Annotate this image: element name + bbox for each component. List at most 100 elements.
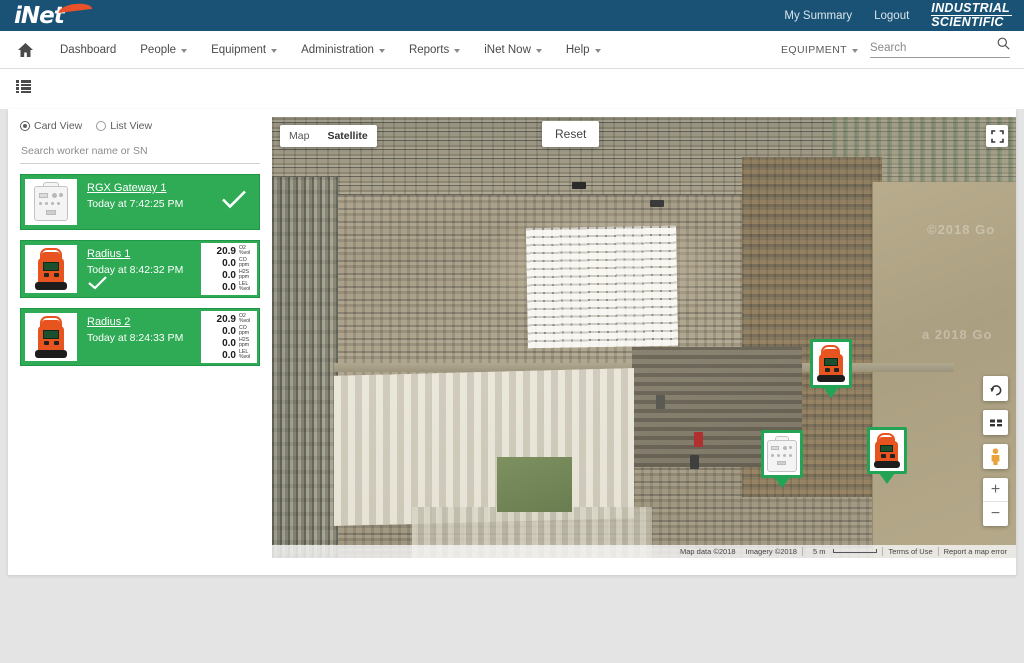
logout-link[interactable]: Logout <box>874 10 909 22</box>
nav-item-help[interactable]: Help <box>554 31 613 68</box>
imagery-vehicle <box>650 200 664 207</box>
reset-button[interactable]: Reset <box>542 121 599 147</box>
marker-box <box>867 427 907 474</box>
street-view-pegman[interactable] <box>983 444 1008 469</box>
equipment-card-radius-2[interactable]: Radius 2 Today at 8:24:33 PM 20.9 O2%vol… <box>20 308 260 366</box>
fullscreen-icon[interactable] <box>986 125 1008 147</box>
worker-search-input[interactable] <box>20 145 260 164</box>
gas-unit: H2Sppm <box>239 338 254 349</box>
gas-value: 0.0 <box>222 350 236 361</box>
map-type-map[interactable]: Map <box>280 125 318 147</box>
zoom-in-button[interactable]: + <box>983 478 1008 502</box>
device-name-link[interactable]: Radius 1 <box>87 248 197 261</box>
tilt-view-button[interactable] <box>983 410 1008 435</box>
gas-unit: COppm <box>239 326 254 337</box>
scope-selector-equipment[interactable]: EQUIPMENT <box>781 44 858 56</box>
inet-logo[interactable]: iNet <box>14 3 94 29</box>
gas-reading-row: 0.0 COppm <box>203 257 254 269</box>
card-view-radio[interactable] <box>20 121 30 131</box>
gas-unit: O2%vol <box>239 314 254 325</box>
gas-value: 20.9 <box>217 246 236 257</box>
status-check-icon <box>88 277 108 294</box>
marker-pointer <box>879 473 895 484</box>
gas-reading-row: 0.0 LEL%vol <box>203 349 254 361</box>
equipment-card-rgx-gateway-1[interactable]: RGX Gateway 1 Today at 7:42:25 PM <box>20 174 260 230</box>
nav-right-group: EQUIPMENT <box>781 42 1024 58</box>
radius-area-monitor-icon <box>873 433 901 468</box>
marker-box <box>810 339 852 388</box>
map-attribution: Map data ©2018 Imagery ©2018 5 m Terms o… <box>272 545 1016 558</box>
card-body: Radius 1 Today at 8:42:32 PM <box>81 241 201 297</box>
map-type-toggle: Map Satellite <box>280 125 377 147</box>
device-thumbnail <box>25 313 77 361</box>
zoom-controls: + − <box>983 478 1008 526</box>
equipment-card-radius-1[interactable]: Radius 1 Today at 8:42:32 PM 20.9 O2%vol… <box>20 240 260 298</box>
nav-label-people: People <box>140 44 176 56</box>
list-view-radio[interactable] <box>96 121 106 131</box>
rotate-compass-button[interactable] <box>983 376 1008 401</box>
card-view-option[interactable]: Card View <box>20 120 82 132</box>
rgx-gateway-icon <box>34 182 68 222</box>
map-marker-radius-2[interactable] <box>867 427 907 484</box>
report-map-error-link[interactable]: Report a map error <box>938 547 1012 556</box>
radius-area-monitor-icon <box>34 316 68 358</box>
search-input[interactable] <box>870 42 985 54</box>
imagery-pipe-rack-west <box>272 177 338 558</box>
nav-label-dashboard: Dashboard <box>60 44 116 56</box>
gas-value: 0.0 <box>222 258 236 269</box>
map-type-satellite[interactable]: Satellite <box>318 125 376 147</box>
chevron-down-icon <box>379 49 385 53</box>
imagery-vehicle <box>656 395 665 409</box>
gas-unit: H2Sppm <box>239 270 254 281</box>
nav-label-help: Help <box>566 44 590 56</box>
list-view-icon[interactable] <box>16 80 31 93</box>
gas-readings-panel: 20.9 O2%vol 0.0 COppm 0.0 H2Sppm <box>201 243 257 295</box>
imagery-vehicle <box>690 455 699 469</box>
device-timestamp: Today at 8:24:33 PM <box>87 332 197 344</box>
device-timestamp: Today at 8:42:32 PM <box>87 264 197 276</box>
zoom-out-button[interactable]: − <box>983 502 1008 526</box>
content-panel: Card View List View <box>8 109 1016 575</box>
nav-item-administration[interactable]: Administration <box>289 31 397 68</box>
gas-reading-row: 0.0 COppm <box>203 325 254 337</box>
brand-bar: iNet My Summary Logout INDUSTRIAL SCIENT… <box>0 0 1024 31</box>
gas-value: 0.0 <box>222 326 236 337</box>
terms-of-use-link[interactable]: Terms of Use <box>882 547 937 556</box>
radius-area-monitor-icon <box>34 248 68 290</box>
gas-value: 0.0 <box>222 282 236 293</box>
nav-item-reports[interactable]: Reports <box>397 31 472 68</box>
device-name-link[interactable]: Radius 2 <box>87 316 197 329</box>
nav-item-inet-now[interactable]: iNet Now <box>472 31 554 68</box>
nav-label-inet-now: iNet Now <box>484 44 531 56</box>
my-summary-link[interactable]: My Summary <box>784 10 852 22</box>
chevron-down-icon <box>181 49 187 53</box>
nav-item-equipment[interactable]: Equipment <box>199 31 289 68</box>
nav-item-dashboard[interactable]: Dashboard <box>48 31 128 68</box>
equipment-sidebar: Card View List View <box>8 109 272 575</box>
marker-box <box>761 430 803 478</box>
imagery-green-roof <box>497 457 572 512</box>
home-icon[interactable] <box>16 41 34 59</box>
map-scale: 5 m <box>802 547 883 556</box>
live-map[interactable]: ©2018 Go a 2018 Go Map Satellite Reset <box>272 117 1016 558</box>
device-thumbnail <box>25 245 77 293</box>
global-search <box>870 42 1010 58</box>
chevron-down-icon <box>536 49 542 53</box>
view-mode-toggle: Card View List View <box>20 120 260 132</box>
status-check-icon <box>221 190 247 215</box>
gas-value: 0.0 <box>222 338 236 349</box>
card-body: Radius 2 Today at 8:24:33 PM <box>81 309 201 365</box>
gas-reading-row: 0.0 LEL%vol <box>203 281 254 293</box>
marker-pointer <box>774 477 790 488</box>
search-icon[interactable] <box>997 37 1010 55</box>
rgx-gateway-icon <box>767 436 797 472</box>
imagery-pallet-field <box>526 226 678 349</box>
nav-label-equipment: Equipment <box>211 44 266 56</box>
list-view-option[interactable]: List View <box>96 120 152 132</box>
attribution-imagery: Imagery ©2018 <box>741 547 802 556</box>
map-marker-radius-1[interactable] <box>810 339 852 398</box>
map-marker-rgx-gateway-1[interactable] <box>761 430 803 488</box>
nav-item-people[interactable]: People <box>128 31 199 68</box>
gas-reading-row: 0.0 H2Sppm <box>203 269 254 281</box>
chevron-down-icon <box>852 49 858 53</box>
